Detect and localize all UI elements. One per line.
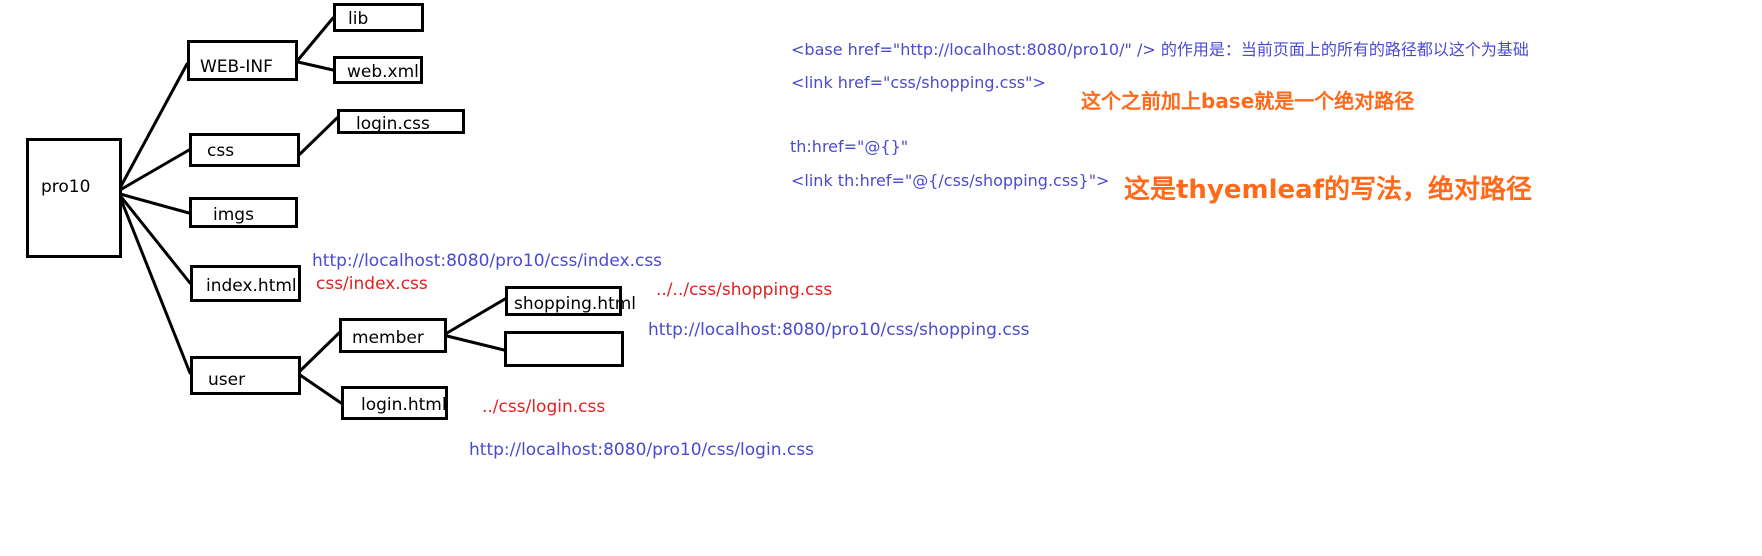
node-web-xml-label: web.xml [347,62,419,82]
edge-webinf-webxml [296,60,335,72]
node-lib: lib [333,3,424,32]
node-web-inf-label: WEB-INF [200,57,273,77]
directory-diagram: pro10 WEB-INF lib web.xml css login.css … [0,0,1762,556]
edge-user-loginhtml [298,373,343,405]
node-css: css [189,133,300,167]
node-shopping-html-label: shopping.html [514,294,637,314]
node-blank [504,331,624,367]
node-user-label: user [208,370,246,390]
node-css-label: css [207,141,235,161]
node-user: user [190,356,301,395]
thymeleaf-comment: 这是thyemleaf的写法，绝对路径 [1124,175,1533,205]
node-web-inf: WEB-INF [187,40,298,81]
node-login-css-label: login.css [356,114,430,134]
login-relative-path: ../css/login.css [482,397,606,417]
node-login-css: login.css [337,109,465,134]
login-absolute-path: http://localhost:8080/pro10/css/login.cs… [469,440,814,460]
index-absolute-path: http://localhost:8080/pro10/css/index.cs… [312,251,663,271]
node-web-xml: web.xml [333,56,423,84]
th-link-note: <link th:href="@{/css/shopping.css}"> [791,171,1110,190]
node-index-html-label: index.html [206,276,297,296]
index-relative-path: css/index.css [316,274,428,294]
link-tag-note: <link href="css/shopping.css"> [791,73,1046,92]
node-pro10: pro10 [26,138,122,258]
edge-webinf-lib [296,16,335,62]
node-pro10-label: pro10 [41,177,91,197]
shopping-absolute-path: http://localhost:8080/pro10/css/shopping… [648,320,1030,340]
th-href-note: th:href="@{}" [790,137,909,156]
edge-member-blank [445,334,506,352]
edge-member-shopping [445,294,512,335]
edge-root-user [120,200,192,375]
shopping-relative-path: ../../css/shopping.css [656,280,833,300]
node-login-html-label: login.html [361,395,447,415]
node-member: member [339,318,447,353]
node-login-html: login.html [341,386,448,420]
node-imgs: imgs [189,197,298,228]
node-member-label: member [352,328,424,348]
node-index-html: index.html [190,265,301,302]
base-tag-note: <base href="http://localhost:8080/pro10/… [791,40,1529,59]
edge-css-logincss [298,116,339,156]
node-shopping-html: shopping.html [505,286,636,316]
node-lib-label: lib [348,9,369,29]
edge-user-member [298,331,341,373]
node-imgs-label: imgs [213,205,254,225]
base-comment: 这个之前加上base就是一个绝对路径 [1081,89,1415,113]
